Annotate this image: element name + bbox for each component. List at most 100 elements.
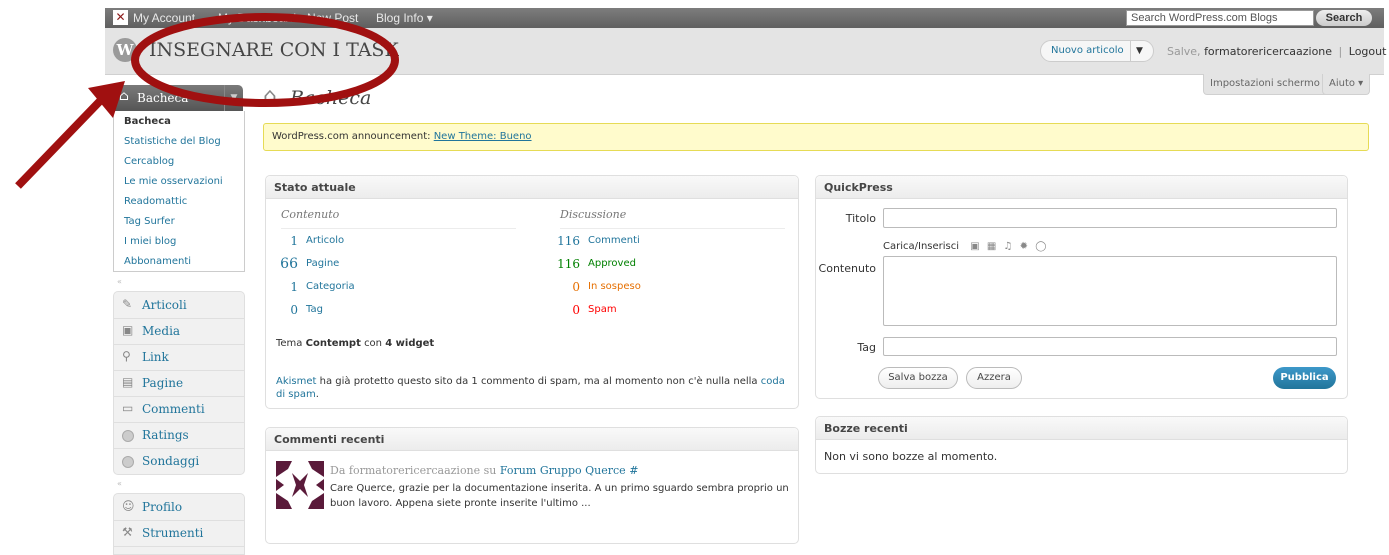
submenu-item-bacheca[interactable]: Bacheca (124, 116, 171, 127)
stat-label: Categoria (306, 281, 355, 292)
comment-excerpt-line1: Care Querce, grazie per la documentazion… (330, 483, 789, 494)
widget-header[interactable]: QuickPress (816, 176, 1347, 199)
stat-label: Articolo (306, 235, 345, 246)
stat-label: Approved (588, 258, 636, 269)
discussion-divider (560, 228, 785, 229)
qp-title-input[interactable] (883, 208, 1337, 228)
akismet-link[interactable]: Akismet (276, 376, 316, 387)
widget-header[interactable]: Stato attuale (266, 176, 798, 199)
menu-separator-icon[interactable]: « (117, 479, 122, 488)
reset-button[interactable]: Azzera (966, 367, 1022, 389)
stat-label: Spam (588, 304, 617, 315)
submenu-item-osservazioni[interactable]: Le mie osservazioni (124, 176, 223, 187)
sidebar-item-label: Profilo (142, 500, 183, 514)
save-draft-button[interactable]: Salva bozza (878, 367, 958, 389)
site-title[interactable]: INSEGNARE CON I TASK (149, 39, 399, 61)
submenu-item-cercablog[interactable]: Cercablog (124, 156, 174, 167)
sidebar-item-link[interactable]: ⚲ Link (114, 344, 244, 371)
new-post-label: Nuovo articolo (1051, 45, 1124, 56)
submenu-item-statistiche[interactable]: Statistiche del Blog (124, 136, 221, 147)
sidebar-item-media[interactable]: ▣ Media (114, 318, 244, 345)
sidebar-item-label: Sondaggi (142, 454, 200, 468)
widget-title: Stato attuale (274, 181, 356, 194)
theme-prefix: Tema (276, 338, 303, 349)
sidebar-item-articoli[interactable]: ✎ Articoli (114, 292, 244, 319)
dashboard-house-icon: ⌂ (263, 84, 277, 109)
sidebar-item-commenti[interactable]: ▭ Commenti (114, 396, 244, 423)
stat-label: Commenti (588, 235, 640, 246)
qp-upload-row: Carica/Inserisci ▣ ▦ ♫ ✹ ◯ (883, 241, 1046, 252)
upload-media-icon[interactable]: ✹ (1020, 241, 1028, 252)
publish-button[interactable]: Pubblica (1273, 367, 1336, 389)
admin-bar: ✕ My Account My Dashboard New Post Blog … (105, 8, 1384, 28)
right-now-widget: Stato attuale Contenuto Discussione 1 Ar… (265, 175, 799, 409)
new-post-button[interactable]: Nuovo articolo ▼ (1040, 40, 1154, 62)
stat-count: 1 (290, 234, 298, 248)
widget-header[interactable]: Commenti recenti (266, 428, 798, 451)
upload-video-icon[interactable]: ▦ (987, 241, 996, 252)
stat-label: Tag (306, 304, 323, 315)
widget-count-link[interactable]: 4 widget (385, 338, 434, 349)
admin-bar-blog-info[interactable]: Blog Info ▾ (376, 11, 433, 25)
wordpress-com-logo-icon[interactable]: ✕ (113, 10, 128, 25)
comment-meta: Da formatorericercaazione su Forum Grupp… (330, 464, 638, 477)
sidebar-item-label: Ratings (142, 428, 189, 442)
screen-options-tab[interactable]: Impostazioni schermo ▾ (1203, 74, 1336, 95)
akismet-end: . (315, 389, 319, 400)
akismet-text: ha già protetto questo sito da 1 comment… (319, 376, 758, 387)
new-post-divider (1130, 41, 1131, 61)
comment-permalink[interactable]: # (629, 464, 638, 477)
qp-tag-input[interactable] (883, 337, 1337, 356)
stat-label: Pagine (306, 258, 340, 269)
sidebar-dashboard-label: Bacheca (137, 91, 189, 105)
admin-bar-new-post[interactable]: New Post (307, 11, 358, 25)
annotation-arrow-shaft (15, 98, 103, 189)
username-link[interactable]: formatorericercaazione (1204, 45, 1332, 58)
sidebar-item-sondaggi[interactable]: Sondaggi (114, 448, 244, 474)
sidebar-item-pagine[interactable]: ▤ Pagine (114, 370, 244, 397)
akismet-info: Akismet ha già protetto questo sito da 1… (276, 375, 786, 401)
submenu-item-abbonamenti[interactable]: Abbonamenti (124, 256, 191, 267)
widget-header[interactable]: Bozze recenti (816, 417, 1347, 440)
admin-bar-search-button[interactable]: Search (1316, 10, 1372, 26)
content-heading: Contenuto (281, 208, 340, 221)
widget-title: QuickPress (824, 181, 893, 194)
house-icon: ⌂ (119, 89, 129, 104)
qp-tag-label: Tag (857, 341, 876, 354)
sidebar-item-ratings[interactable]: Ratings (114, 422, 244, 449)
logout-link[interactable]: Logout (1349, 45, 1387, 58)
announcement-link[interactable]: New Theme: Bueno (434, 131, 532, 142)
sidebar-item-strumenti[interactable]: ⚒ Strumenti (114, 520, 244, 547)
menu-separator-icon[interactable]: « (117, 277, 122, 286)
submenu-item-miei-blog[interactable]: I miei blog (124, 236, 176, 247)
stat-count: 0 (290, 303, 298, 317)
qp-content-textarea[interactable] (883, 256, 1337, 326)
ratings-icon (122, 430, 134, 442)
sidebar-item-label: Pagine (142, 376, 184, 390)
wordpress-logo-icon: W (113, 38, 137, 62)
submenu-item-readomattic[interactable]: Readomattic (124, 196, 187, 207)
submenu-item-tag-surfer[interactable]: Tag Surfer (124, 216, 175, 227)
sidebar-item-profilo[interactable]: ☺ Profilo (114, 494, 244, 521)
comment-author: formatorericercaazione (348, 464, 481, 477)
quickpress-widget: QuickPress Titolo Carica/Inserisci ▣ ▦ ♫… (815, 175, 1348, 399)
sidebar-menu-settings: ☺ Profilo ⚒ Strumenti (113, 493, 245, 555)
upload-image-icon[interactable]: ▣ (970, 241, 979, 252)
sidebar-dashboard-header[interactable]: ⌂ Bacheca ▼ (113, 85, 243, 111)
submenu-toggle-icon[interactable]: ▼ (224, 85, 243, 111)
sidebar-item-label: Articoli (142, 298, 187, 312)
comment-post-link[interactable]: Forum Gruppo Querce (500, 464, 626, 477)
admin-bar-my-dashboard[interactable]: My Dashboard (218, 11, 296, 25)
recent-drafts-widget: Bozze recenti Non vi sono bozze al momen… (815, 416, 1348, 474)
admin-bar-search-input[interactable]: Search WordPress.com Blogs (1126, 10, 1314, 26)
stat-count: 116 (557, 234, 580, 248)
widget-title: Bozze recenti (824, 422, 908, 435)
upload-audio-icon[interactable]: ♫ (1004, 241, 1013, 252)
chevron-down-icon[interactable]: ▼ (1136, 41, 1143, 61)
help-tab[interactable]: Aiuto ▾ (1322, 74, 1371, 95)
poll-circle-icon[interactable]: ◯ (1035, 241, 1046, 252)
sidebar-item-label: Commenti (142, 402, 205, 416)
announcement-banner: WordPress.com announcement: New Theme: B… (263, 123, 1369, 151)
comment-excerpt-line2: buon lavoro. Appena siete pronte inserit… (330, 498, 591, 509)
admin-bar-my-account[interactable]: My Account (133, 11, 195, 25)
